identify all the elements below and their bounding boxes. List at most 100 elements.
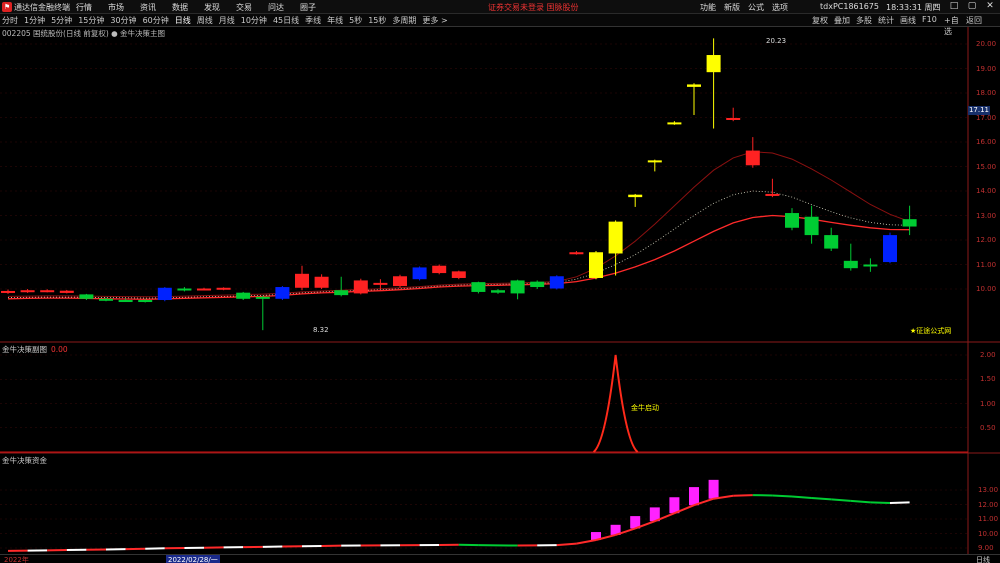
fund-line-segment: [733, 494, 753, 497]
sub2-tick: 10.00: [978, 529, 999, 538]
sub1-value: 0.00: [51, 345, 68, 354]
candle-body: [393, 276, 407, 287]
candle-body: [608, 221, 623, 254]
tab-period[interactable]: 15秒: [368, 15, 386, 26]
price-tick: 16.00: [976, 138, 997, 146]
year-label: 2022年: [4, 556, 29, 563]
fund-line-segment: [850, 499, 871, 504]
tab-period-active[interactable]: 日线: [175, 15, 191, 26]
fund-bar: [708, 479, 719, 499]
tab-period[interactable]: 1分钟: [24, 15, 45, 26]
fund-line-segment: [772, 494, 793, 498]
candle-body: [902, 219, 917, 227]
candle-body: [824, 235, 839, 249]
menu-item-ask[interactable]: 问达: [268, 2, 300, 13]
menu-item-data[interactable]: 数据: [172, 2, 204, 13]
menu-item-trade[interactable]: 交易: [236, 2, 268, 13]
tab-period[interactable]: 45日线: [273, 15, 299, 26]
candle-body: [334, 290, 349, 296]
fund-line-segment: [576, 539, 597, 545]
price-tick: 11.00: [976, 260, 997, 269]
close-icon[interactable]: ✕: [984, 1, 996, 11]
candle-body: [491, 290, 505, 293]
menu-item-discover[interactable]: 发现: [204, 2, 236, 13]
candle-body: [412, 267, 427, 280]
tab-period[interactable]: 月线: [219, 15, 235, 26]
candle-body: [863, 264, 878, 267]
minimize-icon[interactable]: –: [930, 1, 942, 11]
user-id: tdxPC1861675: [820, 2, 879, 11]
tab-period[interactable]: 年线: [327, 15, 343, 26]
candle-body: [883, 235, 897, 263]
cursor-date: 2022/02/28/一: [166, 555, 220, 563]
candle-body: [510, 280, 525, 294]
tab-period[interactable]: 10分钟: [241, 15, 267, 26]
candle-body: [549, 276, 564, 289]
stock-info: 002205 国统股份(日线 前复权) ● 金牛决策主图: [2, 29, 166, 38]
price-tick: 15.00: [976, 162, 997, 171]
signal-label: 金牛启动: [631, 404, 659, 412]
candle-body: [40, 290, 55, 293]
tab-period[interactable]: 多周期: [392, 15, 416, 26]
sub1-header: 金牛决策副图 0.00: [2, 344, 68, 355]
candle-body: [804, 216, 819, 236]
candle-body: [745, 150, 760, 166]
price-tick: 19.00: [976, 64, 997, 73]
sub1-grid: [0, 354, 968, 429]
tab-period[interactable]: 15分钟: [78, 15, 104, 26]
sub2-tick: 13.00: [978, 486, 999, 494]
menu-item-formula[interactable]: 公式: [748, 2, 772, 13]
menu-item-market[interactable]: 市场: [108, 2, 140, 13]
period-label[interactable]: 日线: [976, 555, 990, 563]
tab-period[interactable]: 季线: [305, 15, 321, 26]
candle-body: [569, 252, 584, 255]
tab-period[interactable]: 5秒: [349, 15, 362, 26]
menu-item-quotes[interactable]: 行情: [76, 2, 108, 13]
candle-body: [197, 288, 211, 291]
candle-body: [99, 298, 113, 301]
candle-body: [667, 122, 682, 125]
price-tick: 20.00: [976, 40, 997, 48]
menu-item-new-version[interactable]: 新版: [724, 2, 748, 13]
ma-line-dotted: [7, 190, 910, 299]
restore-icon[interactable]: ▢: [966, 1, 978, 11]
candle-body: [451, 271, 466, 278]
candle-body: [726, 117, 741, 120]
menu-item-news[interactable]: 资讯: [140, 2, 172, 13]
app-logo-icon: ⚑: [2, 2, 12, 12]
candle-body: [236, 292, 251, 299]
tab-period[interactable]: 周线: [197, 15, 213, 26]
fund-bar: [689, 487, 699, 506]
login-status-text[interactable]: 证券交易未登录 国脉股份: [488, 2, 579, 13]
candle-body: [530, 281, 545, 288]
menu-item-functions[interactable]: 功能: [700, 2, 724, 13]
tab-period[interactable]: 更多 >: [422, 15, 447, 26]
price-tick: 18.00: [976, 89, 997, 97]
sub1-tick: 1.50: [980, 375, 996, 384]
menu-item-options[interactable]: 选项: [772, 2, 796, 13]
sub2-tick: 9.00: [978, 544, 994, 552]
candle-body: [20, 290, 35, 293]
candle-body: [765, 193, 780, 196]
low-price-label: 8.32: [313, 326, 329, 334]
candle-body: [687, 84, 701, 87]
candle-body: [647, 160, 662, 163]
kline-chart[interactable]: [0, 27, 1000, 554]
tab-period[interactable]: 分时: [2, 15, 18, 26]
candle-body: [471, 282, 486, 292]
tab-period[interactable]: 5分钟: [51, 15, 72, 26]
fund-line-segment: [811, 496, 832, 501]
maximize-icon[interactable]: □: [948, 1, 960, 11]
watermark-note: ★征途公式网: [910, 327, 952, 335]
candle-body: [314, 276, 329, 288]
sub2-title: 金牛决策资金: [2, 456, 47, 465]
period-toolbar: 分时 1分钟 5分钟 15分钟 30分钟 60分钟 日线 周线 月线 10分钟 …: [0, 14, 1000, 36]
fund-line-segment: [870, 501, 891, 505]
tab-period[interactable]: 30分钟: [110, 15, 136, 26]
candle-body: [373, 282, 388, 285]
fund-line-segment: [889, 501, 910, 505]
menu-item-circle[interactable]: 圈子: [300, 2, 332, 13]
period-tabs: 分时 1分钟 5分钟 15分钟 30分钟 60分钟 日线 周线 月线 10分钟 …: [2, 15, 454, 26]
sub1-tick: 2.00: [980, 351, 996, 359]
tab-period[interactable]: 60分钟: [143, 15, 169, 26]
